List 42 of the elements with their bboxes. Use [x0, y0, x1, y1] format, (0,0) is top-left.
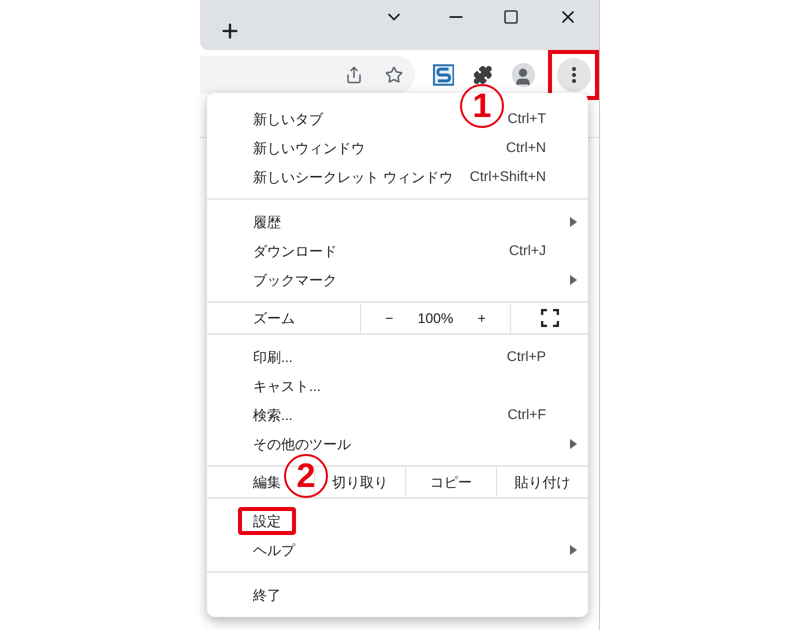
zoom-in-button[interactable]: +: [474, 308, 490, 328]
submenu-arrow-icon: [570, 438, 576, 448]
menu-button[interactable]: [556, 58, 591, 92]
shortcut-label: Ctrl+Shift+N: [470, 167, 546, 186]
submenu-arrow-icon: [570, 216, 576, 226]
annotation-marker: 1: [460, 84, 504, 128]
edit-button[interactable]: 貼り付け: [497, 467, 588, 497]
star-icon[interactable]: [384, 66, 403, 84]
shortcut-label: Ctrl+N: [506, 138, 546, 157]
menu-item[interactable]: 新しいタブ: [253, 110, 323, 128]
zoom-out-button[interactable]: −: [381, 308, 398, 328]
menu-item[interactable]: ブックマーク: [253, 270, 337, 288]
extension-logo-icon[interactable]: [432, 64, 454, 86]
menu-item[interactable]: 新しいシークレット ウィンドウ: [253, 168, 453, 186]
menu-icon: [572, 67, 576, 83]
puzzle-icon[interactable]: [473, 65, 493, 85]
shortcut-label: Ctrl+T: [508, 109, 546, 128]
shortcut-label: Ctrl+P: [506, 347, 546, 366]
edit-button[interactable]: コピー: [406, 467, 496, 497]
menu-item[interactable]: 履歴: [253, 212, 281, 230]
submenu-arrow-icon: [570, 274, 576, 284]
zoom-level: 100%: [418, 308, 454, 328]
fullscreen-icon[interactable]: [540, 309, 558, 327]
profile-avatar[interactable]: [512, 63, 536, 87]
edit-label: 編集: [253, 474, 281, 490]
menu-item[interactable]: ダウンロード: [253, 242, 337, 260]
menu-item[interactable]: 終了: [253, 586, 281, 604]
zoom-label: ズーム: [252, 308, 296, 328]
menu-item[interactable]: ヘルプ: [253, 540, 295, 558]
submenu-arrow-icon: [570, 544, 576, 554]
menu-item[interactable]: 設定: [238, 506, 296, 534]
menu-item[interactable]: 印刷...: [253, 348, 293, 366]
share-icon[interactable]: [344, 66, 363, 84]
annotation-marker: 2: [284, 454, 328, 498]
menu-item[interactable]: 新しいウィンドウ: [253, 138, 365, 156]
menu-item[interactable]: その他のツール: [253, 434, 351, 452]
edit-button[interactable]: 切り取り: [315, 467, 405, 497]
menu-item[interactable]: 検索...: [253, 406, 293, 424]
shortcut-label: Ctrl+J: [509, 241, 546, 260]
maximize-icon[interactable]: [503, 9, 519, 25]
menu-item[interactable]: キャスト...: [253, 376, 321, 394]
shortcut-label: Ctrl+F: [508, 405, 546, 424]
